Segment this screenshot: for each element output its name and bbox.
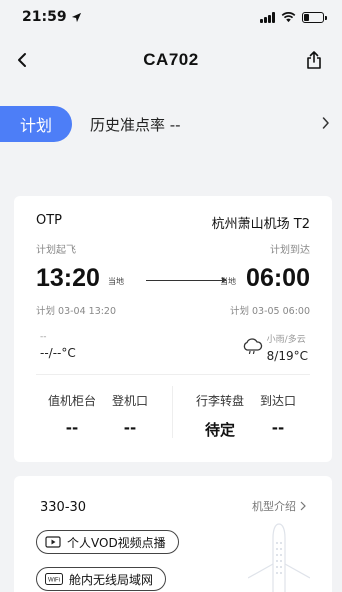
checkin-counter: 值机柜台 -- [47,394,96,437]
divider [36,374,310,375]
video-icon [45,536,61,548]
wifi-service-chip[interactable]: WiFi 舱内无线局域网 [36,567,167,591]
airport-row: OTP 杭州萧山机场 T2 [36,213,310,232]
departure-weather-desc: -- [40,332,47,342]
flight-arrow [146,277,227,283]
chevron-left-icon [18,53,26,67]
vod-service-chip[interactable]: 个人VOD视频点播 [36,530,179,554]
flight-info-card: OTP 杭州萧山机场 T2 计划起飞 计划到达 13:20 当地 当地 06:0… [14,196,332,462]
aircraft-model: 330-30 [40,500,87,515]
wifi-service-label: 舱内无线局域网 [69,572,154,587]
baggage-carousel: 行李转盘 待定 [195,394,244,439]
share-button[interactable] [300,46,328,74]
status-bar: 21:59 [0,0,342,34]
facilities-row: 值机柜台 -- 登机口 -- 行李转盘 待定 到达口 -- [14,392,332,452]
times-row: 13:20 当地 当地 06:00 [36,262,310,296]
chevron-right-icon [300,501,306,511]
aircraft-card: 330-30 机型介绍 个人VOD视频点播 WiFi 舱内无线局域网 [14,476,332,592]
arrival-exit: 到达口 -- [259,394,296,437]
cloud-rain-icon [243,338,262,354]
back-button[interactable] [8,46,36,74]
chevron-right-icon [322,117,329,129]
plan-row[interactable]: 计划 历史准点率 -- [0,104,342,144]
planned-labels-row: 计划起飞 计划到达 [36,241,310,256]
planned-departure-label: 计划起飞 [36,245,76,256]
otp-history-label: 历史准点率 -- [90,115,181,134]
plan-status-pill: 计划 [0,106,72,142]
signal-icon [260,11,275,23]
planned-detail-row: 计划 03-04 13:20 计划 03-05 06:00 [36,303,310,317]
location-arrow-icon [71,12,81,22]
share-icon [307,51,321,69]
wifi-badge-text: WiFi [48,578,60,584]
arrival-weather-temp: 8/19°C [266,349,308,363]
arrival-time: 06:00 [246,264,310,292]
aircraft-intro-label: 机型介绍 [252,500,296,513]
aircraft-illustration [248,523,310,592]
vod-service-label: 个人VOD视频点播 [67,535,166,550]
departure-weather-temp: --/--°C [40,346,76,360]
planned-arrival-detail: 计划 03-05 06:00 [229,306,310,317]
planned-arrival-label: 计划到达 [270,245,310,256]
arrival-airport: 杭州萧山机场 T2 [211,217,310,232]
arrival-weather-desc: 小雨/多云 [266,335,306,345]
otp-label: OTP [36,213,63,228]
departure-time: 13:20 [36,264,100,292]
status-bar-left: 21:59 [22,9,82,25]
arrival-local-tag: 当地 [220,277,236,286]
clock: 21:59 [22,9,67,25]
planned-departure-detail: 计划 03-04 13:20 [36,306,117,317]
status-bar-right [260,11,327,23]
arrival-weather: 小雨/多云 8/19°C [241,332,308,363]
aircraft-intro-link[interactable]: 机型介绍 [252,498,306,514]
departure-weather: -- --/--°C [40,332,76,360]
boarding-gate: 登机口 -- [111,394,148,437]
wifi-icon: WiFi [45,573,63,585]
battery-icon [302,11,327,23]
page-title: CA702 [143,50,199,69]
departure-local-tag: 当地 [108,277,124,286]
nav-bar: CA702 [0,40,342,80]
wifi-status-icon [281,11,296,22]
